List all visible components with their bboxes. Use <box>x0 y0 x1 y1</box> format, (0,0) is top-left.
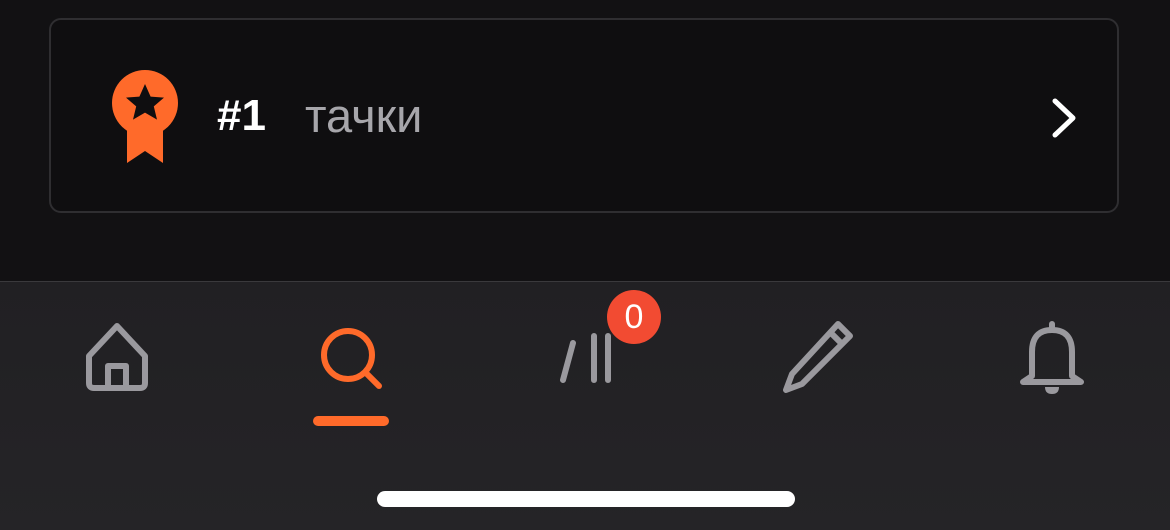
tab-search[interactable] <box>306 316 396 406</box>
home-indicator-bar[interactable] <box>377 491 795 507</box>
content-area: #1 тачки <box>0 0 1170 281</box>
bottom-tab-bar: 0 <box>0 281 1170 530</box>
tab-write[interactable] <box>772 316 862 406</box>
medal-icon <box>109 69 181 165</box>
rank-number: #1 <box>217 91 266 140</box>
bell-icon <box>1007 316 1097 406</box>
home-icon <box>72 316 162 406</box>
search-icon <box>306 316 396 406</box>
rank-category-label: тачки <box>305 89 423 142</box>
tab-home[interactable] <box>72 316 162 406</box>
tab-notifications[interactable] <box>1007 316 1097 406</box>
ranking-card[interactable]: #1 тачки <box>49 18 1119 213</box>
notification-count-badge: 0 <box>607 290 661 344</box>
chevron-right-icon <box>1049 97 1081 139</box>
pencil-icon <box>772 316 862 406</box>
active-tab-indicator <box>313 416 389 426</box>
